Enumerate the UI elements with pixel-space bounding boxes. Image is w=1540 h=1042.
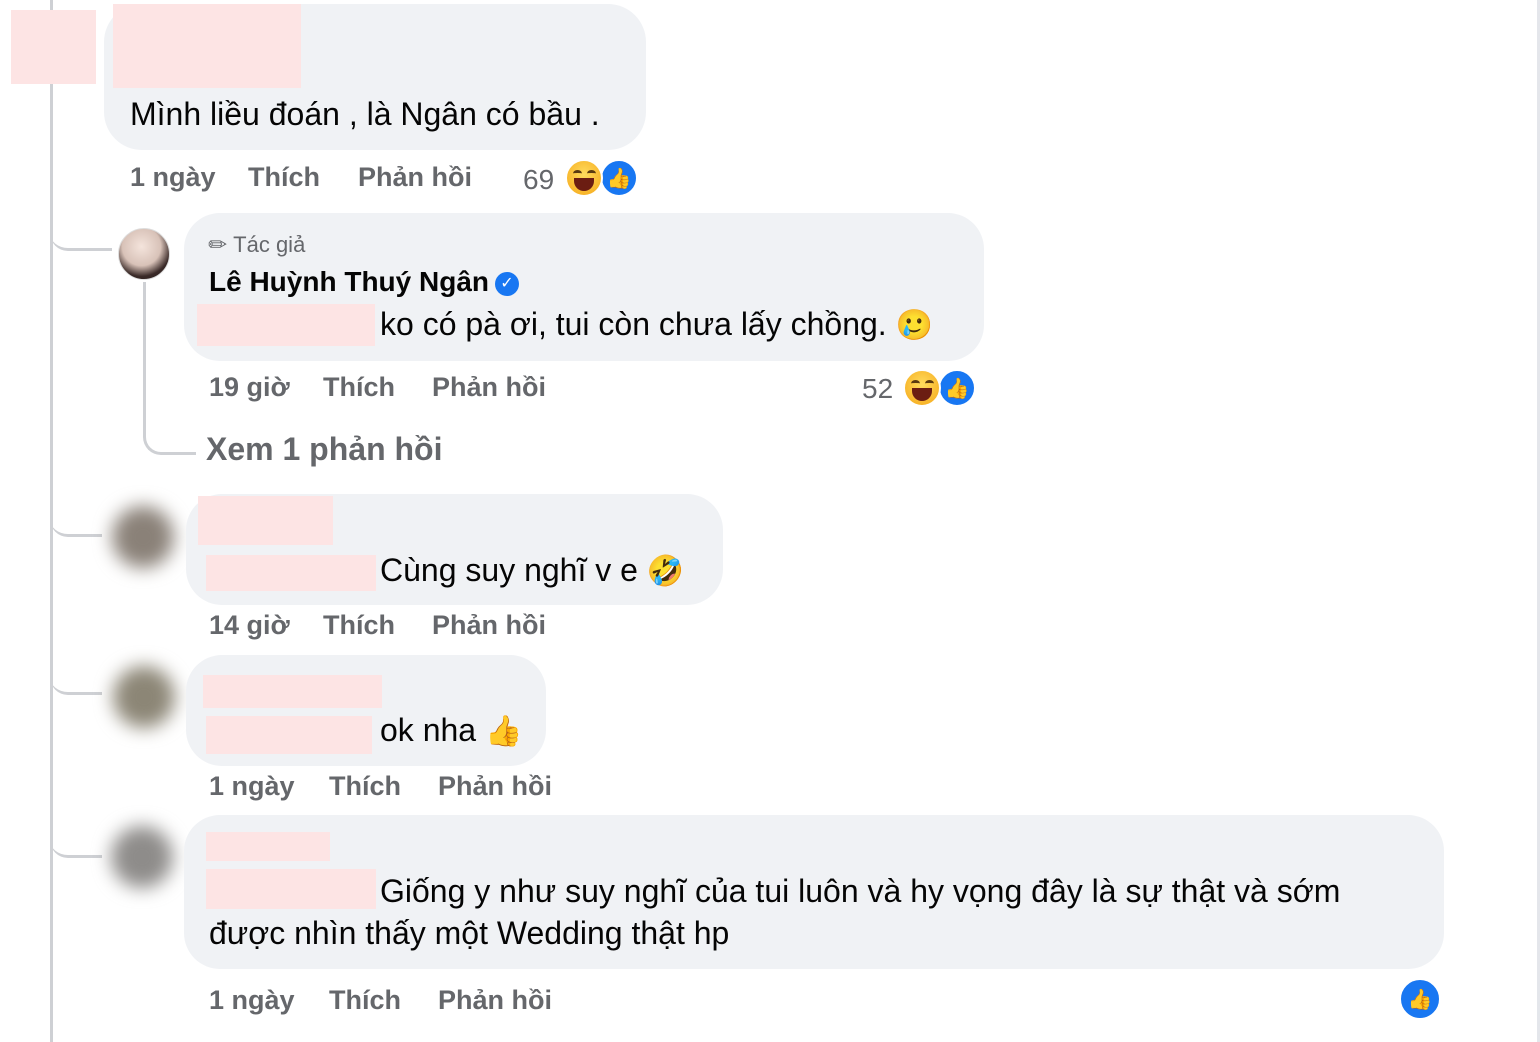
mention-redacted <box>206 869 376 909</box>
reply-button[interactable]: Phản hồi <box>432 610 546 641</box>
name-redacted <box>203 675 382 708</box>
comment-time[interactable]: 19 giờ <box>209 372 290 403</box>
author-badge-label: Tác giả <box>233 232 306 257</box>
comment-text-line-2: được nhìn thấy một Wedding thật hp <box>209 915 730 951</box>
verified-badge-icon: ✓ <box>495 272 519 296</box>
comment-text: Mình liều đoán , là Ngân có bầu . <box>130 96 600 132</box>
comment-text-content: Cùng suy nghĩ v e <box>380 552 638 588</box>
avatar[interactable] <box>112 506 174 568</box>
comment-time[interactable]: 14 giờ <box>209 610 290 641</box>
thumbs-up-emoji-icon: 👍 <box>484 715 523 748</box>
avatar[interactable] <box>118 228 170 280</box>
thread-connector <box>50 494 102 537</box>
thread-line-reply <box>143 282 146 432</box>
comment-text-line-1: Giống y như suy nghĩ của tui luôn và hy … <box>380 873 1341 909</box>
reply-button[interactable]: Phản hồi <box>438 771 552 802</box>
mention-redacted <box>197 304 375 346</box>
like-button[interactable]: Thích <box>323 610 395 641</box>
name-redacted <box>113 4 301 88</box>
reaction-count[interactable]: 69 <box>523 164 554 196</box>
reply-button[interactable]: Phản hồi <box>438 985 552 1016</box>
author-name-label: Lê Huỳnh Thuý Ngân <box>209 266 489 297</box>
thread-connector <box>143 412 196 455</box>
name-redacted <box>206 832 330 861</box>
like-reaction-icon[interactable]: 👍 <box>938 369 976 407</box>
sad-smile-emoji-icon: 🥲 <box>895 309 933 342</box>
like-reaction-icon[interactable]: 👍 <box>1399 978 1441 1020</box>
like-button[interactable]: Thích <box>329 771 401 802</box>
comment-time[interactable]: 1 ngày <box>209 771 295 802</box>
rofl-emoji-icon: 🤣 <box>646 555 685 588</box>
like-button[interactable]: Thích <box>329 985 401 1016</box>
thread-connector <box>50 652 102 695</box>
name-redacted <box>198 496 333 545</box>
comment-time[interactable]: 1 ngày <box>130 162 216 193</box>
avatar-redacted <box>11 10 96 84</box>
haha-reaction-icon[interactable] <box>903 369 941 407</box>
avatar[interactable] <box>113 666 175 728</box>
reaction-count[interactable]: 52 <box>862 373 893 405</box>
thread-connector <box>50 200 112 251</box>
comment-text-content: ok nha <box>380 712 477 748</box>
reply-button[interactable]: Phản hồi <box>432 372 546 403</box>
comment-time[interactable]: 1 ngày <box>209 985 295 1016</box>
comment-text: ok nha 👍 <box>380 710 522 752</box>
like-reaction-icon[interactable]: 👍 <box>600 159 638 197</box>
thread-connector <box>50 815 102 858</box>
comment-text: ko có pà ơi, tui còn chưa lấy chồng. 🥲 <box>380 304 933 346</box>
author-badge: ✎ Tác giả <box>203 229 306 260</box>
like-button[interactable]: Thích <box>323 372 395 403</box>
reply-button[interactable]: Phản hồi <box>358 162 472 193</box>
like-button[interactable]: Thích <box>248 162 320 193</box>
haha-reaction-icon[interactable] <box>565 159 603 197</box>
mention-redacted <box>206 555 376 591</box>
author-name[interactable]: Lê Huỳnh Thuý Ngân ✓ <box>209 266 519 298</box>
comment-text-content: ko có pà ơi, tui còn chưa lấy chồng. <box>380 306 887 342</box>
avatar[interactable] <box>111 826 173 888</box>
comment-text: Cùng suy nghĩ v e 🤣 <box>380 550 684 592</box>
mention-redacted <box>206 716 372 754</box>
view-replies-link[interactable]: Xem 1 phản hồi <box>206 431 442 468</box>
